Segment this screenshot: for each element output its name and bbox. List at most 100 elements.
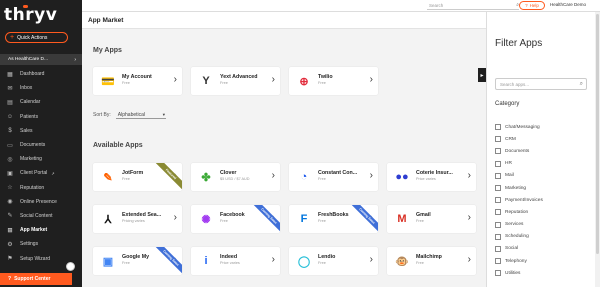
chevron-right-icon[interactable]: › [468, 213, 471, 223]
category-checkbox-item[interactable]: Marketing [495, 182, 543, 194]
app-card[interactable]: ◯ Lendio Free › [289, 247, 378, 275]
chevron-right-icon[interactable]: › [468, 255, 471, 265]
category-checkbox-item[interactable]: Documents [495, 145, 543, 157]
category-checkbox-item[interactable]: Telephony [495, 255, 543, 267]
category-checkbox-item[interactable]: Chat/Messaging [495, 121, 543, 133]
checkbox[interactable] [495, 270, 501, 277]
app-card[interactable]: ▣Google MyFree›Coming Soon [93, 247, 182, 275]
category-checkbox-item[interactable]: Mail [495, 170, 543, 182]
checkbox[interactable] [495, 136, 501, 143]
category-checkbox-item[interactable]: Reputation [495, 206, 543, 218]
sidebar-item-sales[interactable]: $ Sales [0, 124, 82, 138]
page-title: App Market [88, 17, 124, 24]
sidebar-item-inbox[interactable]: ✉ Inbox [0, 81, 82, 95]
chevron-right-icon[interactable]: › [370, 255, 373, 265]
app-card[interactable]: FFreshBooksFree›Coming Soon [289, 205, 378, 233]
sidebar-item-patients[interactable]: ☺ Patients [0, 110, 82, 124]
chevron-right-icon[interactable]: › [174, 75, 177, 85]
checkbox[interactable] [495, 185, 501, 192]
sidebar-item-documents[interactable]: ▭ Documents [0, 138, 82, 152]
app-card[interactable]: ◔ Constant Con... Free › [289, 163, 378, 191]
app-price: Free [416, 219, 424, 223]
checkbox[interactable] [495, 258, 501, 265]
category-label: Mail [505, 173, 514, 179]
app-card[interactable]: ✺FacebookFree›Coming Soon [191, 205, 280, 233]
checkbox[interactable] [495, 209, 501, 216]
category-checkbox-item[interactable]: CRM [495, 133, 543, 145]
checkbox[interactable] [495, 148, 501, 155]
category-title: Category [495, 101, 520, 107]
filter-collapse-toggle[interactable]: ▸ [478, 68, 486, 82]
checkbox[interactable] [495, 124, 501, 131]
app-name: Mailchimp [416, 254, 442, 260]
filter-search-input[interactable]: Search apps... ⌕ [495, 78, 587, 90]
sidebar-item-calendar[interactable]: ▤ Calendar [0, 95, 82, 109]
main-content: My Apps Sort By: Alphabetical ▼ Availabl… [82, 29, 485, 287]
app-card[interactable]: ⅄ Extended Sea... Pricing varies › [93, 205, 182, 233]
filter-search-placeholder: Search apps... [500, 81, 530, 87]
app-card[interactable]: M Gmail Free › [387, 205, 476, 233]
app-name: Gmail [416, 212, 431, 218]
app-name: Yext Advanced [220, 74, 258, 80]
category-label: HR [505, 161, 512, 167]
yext-icon: Y [202, 75, 210, 87]
global-search-input[interactable]: Search ⌕ [427, 1, 519, 10]
chevron-right-icon[interactable]: › [468, 171, 471, 181]
chevron-right-icon[interactable]: › [370, 171, 373, 181]
sidebar-item-dashboard[interactable]: ▦ Dashboard [0, 67, 82, 81]
sort-select[interactable]: Alphabetical ▼ [115, 111, 166, 119]
checkbox[interactable] [495, 172, 501, 179]
app-card[interactable]: ●● Coterie Insur... Price varies › [387, 163, 476, 191]
chevron-right-icon[interactable]: › [370, 75, 373, 85]
app-name: Coterie Insur... [416, 170, 453, 176]
app-card[interactable]: Y Yext Advanced Free › [191, 67, 280, 95]
chevron-right-icon[interactable]: › [272, 255, 275, 265]
category-label: Payment/Invoices [505, 197, 543, 203]
app-card[interactable]: i Indeed Price varies › [191, 247, 280, 275]
user-name[interactable]: HealthCare Demo [550, 2, 586, 7]
sidebar-item-marketing[interactable]: ◎ Marketing [0, 152, 82, 166]
dashboard-icon: ▦ [7, 71, 13, 78]
app-card[interactable]: ✤ Clover $5 USD / $7 AUD › [191, 163, 280, 191]
account-switcher[interactable]: As HealthCare D... › [0, 54, 82, 65]
help-button[interactable]: ? Help [519, 1, 545, 10]
external-link-icon: ↗ [51, 170, 55, 176]
app-card[interactable]: 💳 My Account Free › [93, 67, 182, 95]
scrollbar-thumb[interactable] [596, 14, 599, 254]
sidebar-item-label: Online Presence [20, 198, 57, 205]
mailchimp-icon: 🐵 [395, 255, 409, 268]
sidebar-item-client-portal[interactable]: ▣ Client Portal ↗ [0, 166, 82, 180]
chevron-right-icon[interactable]: › [272, 75, 275, 85]
available-apps-title: Available Apps [93, 142, 143, 149]
app-card[interactable]: ✎JotFormFree›Featured [93, 163, 182, 191]
thryv-logo[interactable]: thryv [4, 5, 57, 25]
checkbox[interactable] [495, 221, 501, 228]
jotform-icon: ✎ [103, 171, 113, 184]
category-checkbox-item[interactable]: Social [495, 243, 543, 255]
sidebar-item-settings[interactable]: ⚙ Settings [0, 237, 82, 251]
facebook-messenger-icon: ✺ [201, 213, 211, 226]
chat-bubble-icon[interactable] [66, 262, 75, 271]
sidebar-item-reputation[interactable]: ☆ Reputation [0, 181, 82, 195]
sort-control: Sort By: Alphabetical ▼ [93, 111, 166, 119]
category-checkbox-item[interactable]: HR [495, 158, 543, 170]
sidebar-item-social-content[interactable]: ✎ Social Content [0, 209, 82, 223]
category-checkbox-item[interactable]: Payment/Invoices [495, 194, 543, 206]
quick-actions-button[interactable]: + Quick Actions [5, 32, 68, 43]
support-center-button[interactable]: ? Support Center [0, 273, 72, 285]
checkbox[interactable] [495, 245, 501, 252]
checkbox[interactable] [495, 233, 501, 240]
category-checkbox-item[interactable]: Utilities [495, 267, 543, 279]
app-card[interactable]: ⊕ Twilio Free › [289, 67, 378, 95]
calendar-icon: ▤ [7, 99, 13, 106]
checkbox[interactable] [495, 160, 501, 167]
sidebar-item-app-market[interactable]: ⊞ App Market [0, 223, 82, 237]
app-card[interactable]: 🐵 Mailchimp Free › [387, 247, 476, 275]
checkbox[interactable] [495, 197, 501, 204]
social-content-icon: ✎ [7, 213, 13, 220]
category-checkbox-item[interactable]: Services [495, 219, 543, 231]
sidebar-item-online-presence[interactable]: ◉ Online Presence [0, 195, 82, 209]
chevron-right-icon[interactable]: › [272, 171, 275, 181]
category-checkbox-item[interactable]: Scheduling [495, 231, 543, 243]
chevron-right-icon[interactable]: › [174, 213, 177, 223]
